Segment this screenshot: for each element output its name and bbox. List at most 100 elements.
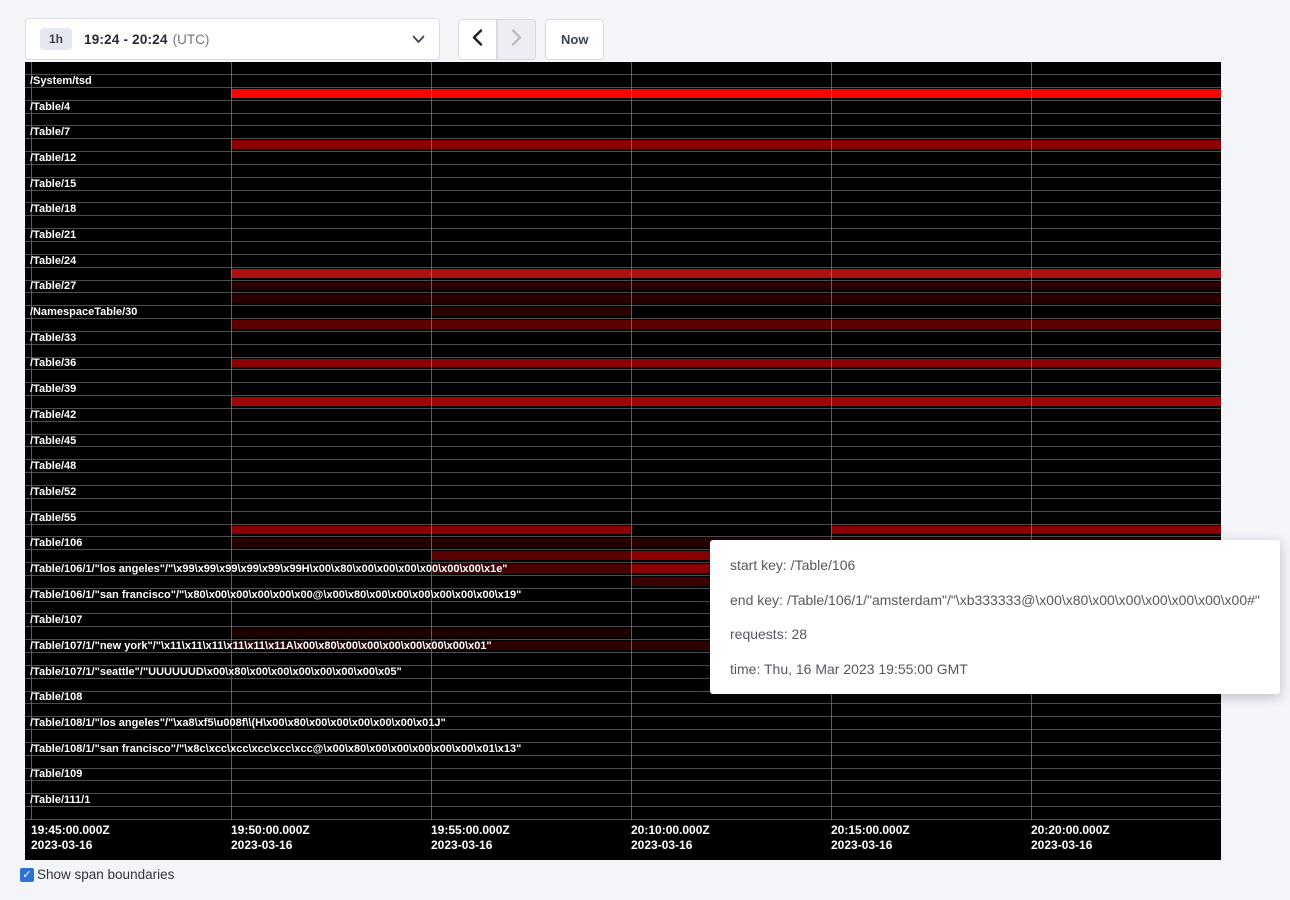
span-row[interactable] — [25, 319, 1221, 332]
span-row[interactable] — [25, 756, 1221, 769]
hot-span-band[interactable] — [231, 397, 1221, 406]
key-span-group: /Table/15 — [25, 178, 1221, 204]
row-label: /Table/48 — [30, 460, 76, 472]
key-span-group: /Table/108/1/"los angeles"/"\xa8\xf5\u00… — [25, 717, 1221, 743]
row-label: /Table/12 — [30, 152, 76, 164]
span-row[interactable] — [25, 345, 1221, 358]
span-row[interactable] — [25, 730, 1221, 743]
now-button[interactable]: Now — [545, 19, 604, 60]
span-row[interactable]: /Table/33 — [25, 332, 1221, 345]
span-row[interactable] — [25, 781, 1221, 794]
span-row[interactable] — [25, 422, 1221, 435]
row-label: /Table/36 — [30, 357, 76, 369]
time-range-label: 19:24 - 20:24 — [84, 32, 168, 47]
span-row[interactable]: /Table/18 — [25, 203, 1221, 216]
key-span-group: /Table/52 — [25, 486, 1221, 512]
time-gridline — [431, 62, 432, 820]
hot-span-band[interactable] — [231, 89, 1221, 98]
show-span-boundaries-checkbox[interactable]: ✓ — [20, 868, 34, 882]
tooltip-start-key: start key: /Table/106 — [730, 557, 1260, 573]
span-row[interactable]: /Table/108/1/"san francisco"/"\x8c\xcc\x… — [25, 743, 1221, 756]
span-row[interactable]: /Table/15 — [25, 178, 1221, 191]
hot-span-band[interactable] — [431, 551, 631, 560]
time-gridline — [231, 62, 232, 820]
span-row[interactable] — [25, 191, 1221, 204]
row-label: /Table/107/1/"new york"/"\x11\x11\x11\x1… — [30, 640, 492, 652]
span-row[interactable]: /Table/4 — [25, 101, 1221, 114]
span-row[interactable] — [25, 268, 1221, 281]
hot-span-band[interactable] — [231, 320, 1221, 329]
span-row[interactable] — [25, 293, 1221, 306]
prev-range-button[interactable] — [458, 19, 497, 60]
key-span-group: /Table/111/1 — [25, 794, 1221, 820]
span-row[interactable] — [25, 525, 1221, 538]
span-row[interactable] — [25, 473, 1221, 486]
span-row[interactable] — [25, 242, 1221, 255]
key-visualizer-rows[interactable]: /System/tsd/Table/4/Table/7/Table/12/Tab… — [25, 62, 1221, 820]
key-span-group: /Table/108 — [25, 692, 1221, 718]
span-tooltip: start key: /Table/106 end key: /Table/10… — [710, 540, 1280, 694]
hot-span-band[interactable] — [431, 307, 631, 316]
key-span-group: /Table/48 — [25, 460, 1221, 486]
x-axis-tick: 20:15:00.000Z2023-03-16 — [831, 823, 910, 853]
span-row[interactable]: /Table/48 — [25, 460, 1221, 473]
span-row[interactable] — [25, 370, 1221, 383]
time-gridline — [1031, 62, 1032, 820]
span-row[interactable] — [25, 704, 1221, 717]
span-row[interactable] — [25, 396, 1221, 409]
hot-span-band[interactable] — [231, 140, 1221, 149]
show-span-boundaries-label: Show span boundaries — [37, 867, 174, 882]
key-span-group: /Table/36 — [25, 358, 1221, 384]
span-row[interactable]: /System/tsd — [25, 75, 1221, 88]
row-label: /Table/106/1/"los angeles"/"\x99\x99\x99… — [30, 563, 508, 575]
span-row[interactable]: /Table/109 — [25, 769, 1221, 782]
span-row[interactable]: /Table/27 — [25, 281, 1221, 294]
span-row[interactable]: /Table/24 — [25, 255, 1221, 268]
span-row[interactable]: /NamespaceTable/30 — [25, 306, 1221, 319]
key-span-group: /Table/4 — [25, 101, 1221, 127]
span-row[interactable]: /Table/55 — [25, 512, 1221, 525]
span-row[interactable]: /Table/21 — [25, 229, 1221, 242]
row-label: /Table/55 — [30, 512, 76, 524]
span-row[interactable]: /Table/36 — [25, 358, 1221, 371]
row-label: /Table/18 — [30, 203, 76, 215]
span-row[interactable] — [25, 62, 1221, 75]
span-row[interactable]: /Table/42 — [25, 409, 1221, 422]
row-label: /Table/108/1/"los angeles"/"\xa8\xf5\u00… — [30, 717, 446, 729]
span-row[interactable]: /Table/45 — [25, 435, 1221, 448]
span-row[interactable]: /Table/12 — [25, 152, 1221, 165]
x-axis-tick: 19:55:00.000Z2023-03-16 — [431, 823, 510, 853]
hot-span-band[interactable] — [231, 294, 1221, 303]
hot-span-band[interactable] — [231, 269, 1221, 278]
row-label: /System/tsd — [30, 75, 92, 87]
span-row[interactable] — [25, 114, 1221, 127]
chevron-down-icon — [412, 35, 425, 44]
span-row[interactable] — [25, 499, 1221, 512]
hot-span-band[interactable] — [231, 359, 1221, 368]
span-row[interactable] — [25, 807, 1221, 820]
next-range-button[interactable] — [497, 19, 536, 60]
key-span-group: /Table/27 — [25, 281, 1221, 307]
span-row[interactable] — [25, 88, 1221, 101]
span-row[interactable]: /Table/39 — [25, 383, 1221, 396]
hot-span-band[interactable] — [631, 551, 721, 560]
hot-span-band[interactable] — [631, 577, 721, 586]
span-row[interactable]: /Table/108/1/"los angeles"/"\xa8\xf5\u00… — [25, 717, 1221, 730]
span-row[interactable] — [25, 165, 1221, 178]
span-row[interactable]: /Table/111/1 — [25, 794, 1221, 807]
hot-span-band[interactable] — [631, 564, 721, 573]
hot-span-band[interactable] — [831, 526, 1221, 535]
span-row[interactable]: /Table/7 — [25, 126, 1221, 139]
tooltip-requests: requests: 28 — [730, 626, 1260, 642]
key-span-group: /System/tsd — [25, 75, 1221, 101]
span-row[interactable] — [25, 216, 1221, 229]
key-span-group: /Table/33 — [25, 332, 1221, 358]
span-row[interactable]: /Table/52 — [25, 486, 1221, 499]
span-row[interactable] — [25, 139, 1221, 152]
row-label: /Table/106 — [30, 537, 82, 549]
time-range-selector[interactable]: 1h 19:24 - 20:24 (UTC) — [25, 18, 440, 60]
hot-span-band[interactable] — [231, 282, 1221, 291]
row-label: /Table/42 — [30, 409, 76, 421]
span-row[interactable] — [25, 447, 1221, 460]
range-nav-group — [458, 19, 536, 60]
